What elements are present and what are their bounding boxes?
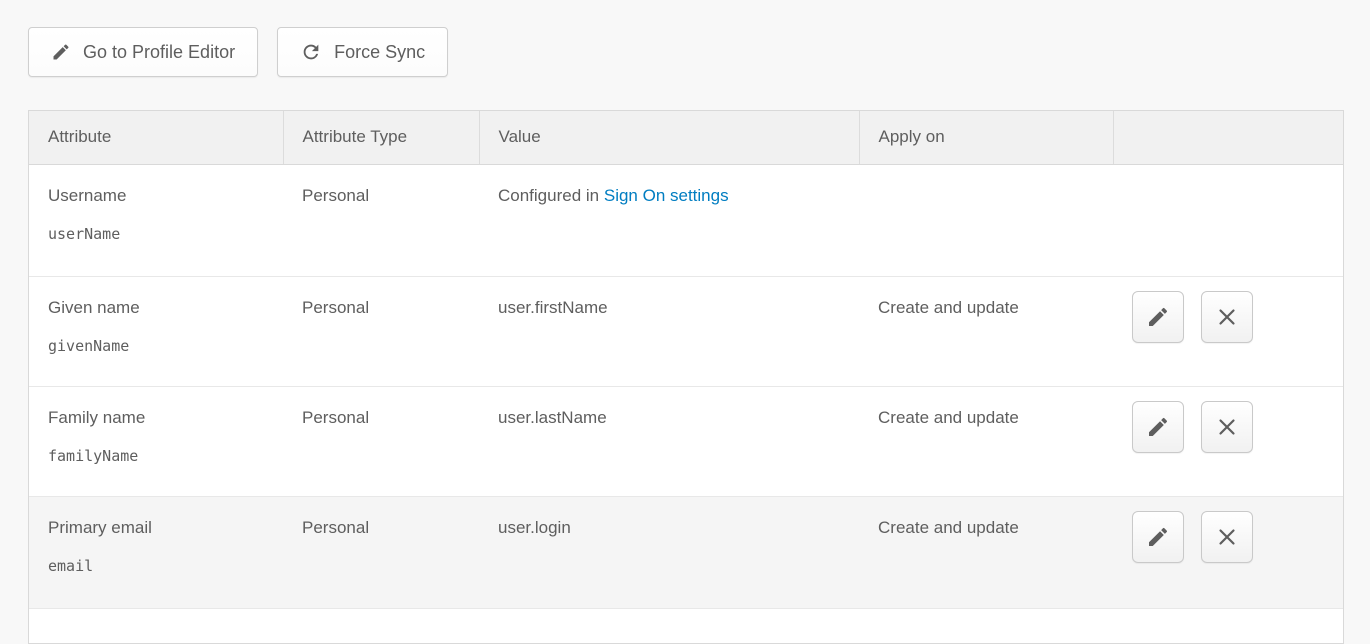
header-apply-on: Apply on: [859, 111, 1113, 164]
apply-on-cell: Create and update: [859, 496, 1113, 608]
attribute-type-cell: Personal: [283, 276, 479, 386]
delete-attribute-button[interactable]: [1201, 401, 1253, 453]
attribute-type-cell: Personal: [283, 496, 479, 608]
attribute-label: Given name: [48, 298, 140, 317]
table-row: Primary email email Personal user.login …: [29, 496, 1343, 608]
attribute-variable-name: userName: [48, 225, 273, 243]
refresh-icon: [300, 41, 322, 63]
actions-cell: [1113, 386, 1343, 496]
pencil-icon: [1146, 525, 1170, 549]
pencil-icon: [1146, 415, 1170, 439]
value-cell: Configured in Sign On settings: [479, 164, 859, 276]
delete-attribute-button[interactable]: [1201, 511, 1253, 563]
value-text: Configured in: [498, 186, 599, 205]
table-row: Username userName Personal Configured in…: [29, 164, 1343, 276]
force-sync-button[interactable]: Force Sync: [277, 27, 448, 77]
table-row: Given name givenName Personal user.first…: [29, 276, 1343, 386]
attribute-cell: Primary email email: [29, 496, 283, 608]
x-icon: [1215, 525, 1239, 549]
sign-on-settings-link[interactable]: Sign On settings: [604, 186, 729, 205]
header-attribute: Attribute: [29, 111, 283, 164]
attribute-variable-name: email: [48, 557, 273, 575]
go-to-profile-editor-button[interactable]: Go to Profile Editor: [28, 27, 258, 77]
pencil-icon: [51, 42, 71, 62]
edit-attribute-button[interactable]: [1132, 511, 1184, 563]
attribute-mappings-page: Go to Profile Editor Force Sync Attribut…: [0, 0, 1370, 644]
actions-cell: [1113, 164, 1343, 276]
apply-on-cell: Create and update: [859, 386, 1113, 496]
attribute-mappings-table: Attribute Attribute Type Value Apply on …: [28, 110, 1344, 644]
go-to-profile-editor-label: Go to Profile Editor: [83, 42, 235, 63]
actions-cell: [1113, 276, 1343, 386]
attribute-variable-name: givenName: [48, 337, 273, 355]
value-cell: user.login: [479, 496, 859, 608]
header-attribute-type: Attribute Type: [283, 111, 479, 164]
toolbar: Go to Profile Editor Force Sync: [28, 27, 448, 77]
partial-row-cell: [29, 608, 1343, 644]
force-sync-label: Force Sync: [334, 42, 425, 63]
value-cell: user.firstName: [479, 276, 859, 386]
pencil-icon: [1146, 305, 1170, 329]
edit-attribute-button[interactable]: [1132, 401, 1184, 453]
header-actions: [1113, 111, 1343, 164]
attribute-variable-name: familyName: [48, 447, 273, 465]
apply-on-cell: Create and update: [859, 276, 1113, 386]
x-icon: [1215, 305, 1239, 329]
header-value: Value: [479, 111, 859, 164]
attribute-cell: Given name givenName: [29, 276, 283, 386]
attribute-label: Family name: [48, 408, 145, 427]
attribute-cell: Family name familyName: [29, 386, 283, 496]
attribute-type-cell: Personal: [283, 386, 479, 496]
attribute-label: Primary email: [48, 518, 152, 537]
table-row: Family name familyName Personal user.las…: [29, 386, 1343, 496]
actions-cell: [1113, 496, 1343, 608]
table-header-row: Attribute Attribute Type Value Apply on: [29, 111, 1343, 164]
apply-on-cell: [859, 164, 1113, 276]
delete-attribute-button[interactable]: [1201, 291, 1253, 343]
x-icon: [1215, 415, 1239, 439]
table-row-partial: [29, 608, 1343, 644]
attribute-type-cell: Personal: [283, 164, 479, 276]
attribute-label: Username: [48, 186, 126, 205]
attribute-cell: Username userName: [29, 164, 283, 276]
edit-attribute-button[interactable]: [1132, 291, 1184, 343]
value-cell: user.lastName: [479, 386, 859, 496]
